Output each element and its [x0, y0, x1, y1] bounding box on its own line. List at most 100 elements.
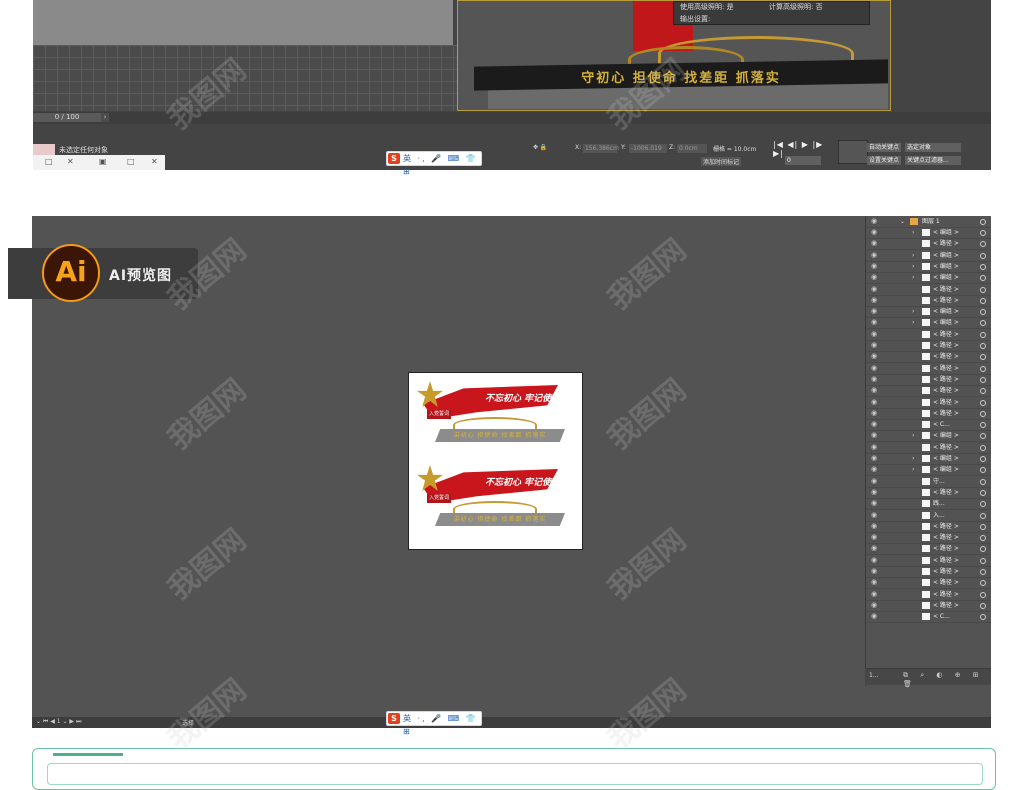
target-icon[interactable] [980, 557, 986, 564]
eye-icon[interactable]: ◉ [871, 521, 879, 532]
frame-input[interactable]: 0 [785, 156, 821, 165]
coord-y-field[interactable]: -1006.019 [629, 144, 667, 153]
time-slider[interactable]: 0 / 100 › [33, 112, 991, 124]
target-icon[interactable] [980, 523, 986, 530]
target-icon[interactable] [980, 263, 986, 270]
eye-icon[interactable]: ◉ [871, 272, 879, 283]
playback-controls[interactable]: |◀ ◀| ▶ |▶ ▶| [773, 140, 833, 158]
layer-row[interactable]: ◉ < 路径 > [866, 351, 991, 364]
layer-row[interactable]: ◉ < 路径 > [866, 555, 991, 567]
next-frame-button[interactable]: › [101, 113, 109, 122]
chevron-right-icon[interactable]: › [912, 306, 914, 317]
frame-counter[interactable]: 0 / 100 [33, 113, 101, 122]
layer-row[interactable]: ◉ < C... [866, 419, 991, 432]
target-icon[interactable] [980, 275, 986, 282]
layer-row[interactable]: ◉ < 路径 > [866, 238, 991, 251]
target-icon[interactable] [980, 580, 986, 587]
eye-icon[interactable]: ◉ [871, 374, 879, 385]
layer-row[interactable]: ◉ › < 编组 > [866, 306, 991, 319]
eye-icon[interactable]: ◉ [871, 555, 879, 566]
layer-row[interactable]: ◉ < 路径 > [866, 487, 991, 499]
layer-row[interactable]: ◉ › < 编组 > [866, 261, 991, 273]
target-icon[interactable] [980, 388, 986, 395]
layer-row[interactable]: ◉ < 路径 > [866, 521, 991, 533]
target-icon[interactable] [980, 591, 986, 598]
eye-icon[interactable]: ◉ [871, 216, 879, 227]
coord-x-field[interactable]: 156.386cm [583, 144, 619, 153]
layer-row[interactable]: ◉ < 路径 > [866, 295, 991, 307]
target-icon[interactable] [980, 467, 986, 474]
eye-icon[interactable]: ◉ [871, 453, 879, 464]
target-icon[interactable] [980, 230, 986, 236]
chevron-right-icon[interactable]: › [912, 317, 914, 328]
layer-row[interactable]: ◉ 守... [866, 476, 991, 488]
eye-icon[interactable]: ◉ [871, 532, 879, 543]
close-icon[interactable]: ✕ [67, 157, 74, 166]
eye-icon[interactable]: ◉ [871, 284, 879, 295]
target-icon[interactable] [980, 365, 986, 372]
target-icon[interactable] [980, 456, 986, 462]
layer-row[interactable]: ◉ < 路径 > [866, 566, 991, 578]
eye-icon[interactable]: ◉ [871, 397, 879, 408]
chevron-right-icon[interactable]: › [912, 250, 914, 261]
layer-row[interactable]: ◉ < 路径 > [866, 340, 991, 352]
maxscript-listener[interactable] [33, 144, 55, 155]
layer-row[interactable]: ◉ < 路径 > [866, 329, 991, 341]
eye-icon[interactable]: ◉ [871, 430, 879, 441]
eye-icon[interactable]: ◉ [871, 510, 879, 521]
chevron-right-icon[interactable]: › [912, 453, 914, 464]
chevron-right-icon[interactable]: › [912, 272, 914, 283]
target-icon[interactable] [980, 478, 986, 485]
target-icon[interactable] [980, 602, 986, 609]
target-icon[interactable] [980, 501, 986, 508]
auto-key-button[interactable]: 自动关键点 [867, 143, 902, 152]
chevron-right-icon[interactable]: › [912, 464, 914, 475]
layer-row[interactable]: ◉ › < 编组 > [866, 317, 991, 330]
minimize-icon[interactable]: □ [45, 157, 53, 166]
eye-icon[interactable]: ◉ [871, 227, 879, 238]
window-icon[interactable]: ▣ [99, 157, 107, 166]
chevron-right-icon[interactable]: › [912, 261, 914, 272]
layer-row[interactable]: ◉ › < 编组 > [866, 272, 991, 285]
target-icon[interactable] [980, 286, 986, 293]
layer-row[interactable]: ◉ < 路径 > [866, 532, 991, 545]
layer-row[interactable]: ◉ < 路径 > [866, 408, 991, 420]
add-time-tag[interactable]: 添加时间标记 [701, 157, 742, 166]
target-icon[interactable] [980, 343, 986, 349]
target-icon[interactable] [980, 444, 986, 451]
target-icon[interactable] [980, 410, 986, 417]
target-icon[interactable] [980, 399, 986, 406]
chevron-right-icon[interactable]: › [912, 430, 914, 441]
eye-icon[interactable]: ◉ [871, 611, 879, 622]
layer-row[interactable]: ◉ < 路径 > [866, 442, 991, 454]
eye-icon[interactable]: ◉ [871, 543, 879, 554]
eye-icon[interactable]: ◉ [871, 261, 879, 272]
layer-row[interactable]: ◉ < 路径 > [866, 385, 991, 398]
eye-icon[interactable]: ◉ [871, 476, 879, 487]
maximize-icon[interactable]: □ [127, 157, 135, 166]
layer-row[interactable]: ◉ 践... [866, 498, 991, 511]
layer-actions-icons[interactable]: ⧉ ⌕ ◐ ⊕ ⊞ 🗑 [903, 671, 991, 688]
key-filters-button[interactable]: 关键点过滤器... [905, 156, 961, 165]
viewport-grid[interactable] [33, 45, 458, 111]
eye-icon[interactable]: ◉ [871, 498, 879, 509]
eye-icon[interactable]: ◉ [871, 306, 879, 317]
lock-icon[interactable]: ✥ 🔒 [533, 144, 547, 151]
layer-row[interactable]: ◉ < 路径 > [866, 543, 991, 556]
layer-row[interactable]: ◉ › < 编组 > [866, 453, 991, 465]
layer-row[interactable]: ◉ < 路径 > [866, 577, 991, 590]
eye-icon[interactable]: ◉ [871, 238, 879, 249]
target-icon[interactable] [980, 309, 986, 316]
eye-icon[interactable]: ◉ [871, 351, 879, 362]
eye-icon[interactable]: ◉ [871, 385, 879, 396]
artboard[interactable]: 入党誓词 不忘初心 牢记使命 讲初心 担使命 找差距 抓落实 入党誓词 不忘初心… [408, 372, 583, 550]
target-icon[interactable] [980, 512, 986, 519]
target-icon[interactable] [980, 546, 986, 553]
eye-icon[interactable]: ◉ [871, 340, 879, 351]
target-icon[interactable] [980, 241, 986, 248]
eye-icon[interactable]: ◉ [871, 419, 879, 430]
zoom-field[interactable]: ⌄ ⏮ ◀ 1 ⌄ ▶ ⏭ [36, 718, 81, 726]
target-icon[interactable] [980, 297, 986, 304]
layer-row[interactable]: ◉ › < 编组 > [866, 464, 991, 477]
layer-row[interactable]: ◉ < 路径 > [866, 284, 991, 296]
